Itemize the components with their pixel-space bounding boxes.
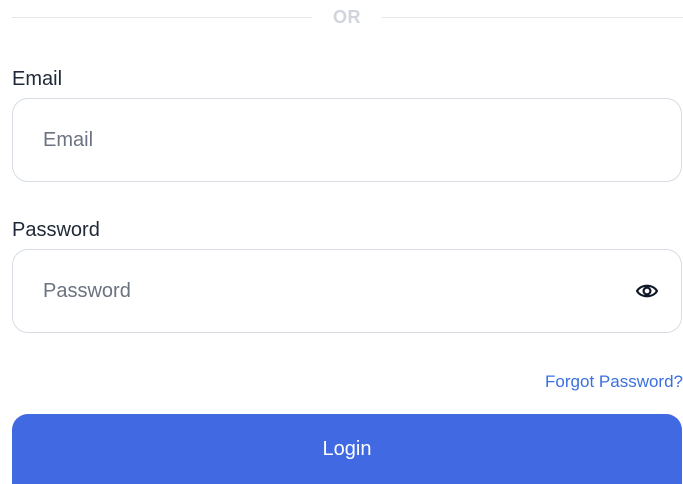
divider-line-right (382, 17, 683, 18)
or-divider: OR (12, 0, 683, 36)
or-text: OR (333, 7, 361, 27)
forgot-password-link[interactable]: Forgot Password? (545, 371, 683, 393)
password-label: Password (12, 219, 100, 241)
login-form: OR Email Password Forgot Password? Login (0, 0, 683, 484)
eye-icon[interactable] (635, 281, 659, 301)
email-field-container[interactable] (12, 98, 682, 182)
login-button[interactable]: Login (12, 414, 682, 484)
email-field[interactable] (43, 99, 603, 181)
password-field-container[interactable] (12, 249, 682, 333)
password-field[interactable] (43, 250, 603, 332)
email-label: Email (12, 68, 63, 90)
divider-line-left (12, 17, 312, 18)
